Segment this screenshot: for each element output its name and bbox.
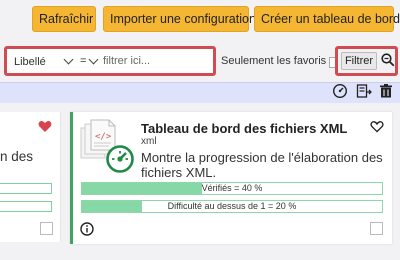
chevron-down-icon[interactable] — [63, 54, 74, 65]
filter-button[interactable]: Filtrer — [341, 52, 377, 70]
favorite-heart-icon[interactable] — [370, 120, 384, 138]
filter-button-group: Filtrer — [335, 46, 398, 76]
info-icon[interactable] — [80, 222, 94, 241]
progress-label: Difficulté au dessus de 1 = 20 % — [167, 201, 297, 211]
chevron-down-icon[interactable] — [88, 54, 99, 65]
svg-text:</>: </> — [95, 132, 112, 142]
favorite-heart-icon[interactable] — [38, 120, 52, 138]
select-checkbox[interactable] — [40, 222, 53, 235]
progress-bar-difficulty: Difficulté au dessus de 1 = 20 % — [81, 200, 383, 213]
progress-bar — [0, 201, 52, 212]
list-export-icon[interactable] — [356, 83, 372, 104]
card-subtitle: xml — [141, 136, 157, 147]
import-configuration-button[interactable]: Importer une configuration — [103, 6, 256, 32]
gauge-icon — [106, 145, 134, 178]
filter-bar: Libellé = — [4, 46, 216, 76]
card-title[interactable]: Tableau de bord des fichiers XML — [141, 121, 347, 136]
refresh-button[interactable]: Rafraîchir — [32, 6, 96, 32]
gauge-icon[interactable] — [332, 83, 348, 104]
progress-bar-verified: Vérifiés = 40 % — [81, 182, 383, 195]
dashboard-card[interactable]: </> Tableau de bord des fichiers XML xml… — [70, 112, 392, 244]
favorites-only-label: Seulement les favoris — [221, 55, 327, 67]
filter-input[interactable] — [103, 55, 208, 67]
card-description: Montre la progression de l'élaboration d… — [141, 150, 383, 180]
progress-bar — [0, 183, 52, 194]
operator-select[interactable]: = — [80, 55, 86, 67]
progress-label: Vérifiés = 40 % — [201, 183, 263, 193]
card-description: n des — [0, 149, 34, 164]
zoom-search-icon[interactable] — [381, 53, 395, 72]
field-select[interactable]: Libellé — [14, 56, 46, 68]
trash-icon[interactable] — [378, 83, 394, 104]
create-dashboard-button[interactable]: Créer un tableau de bord — [254, 6, 400, 32]
dashboard-card-partial[interactable]: n des — [0, 112, 61, 242]
select-checkbox[interactable] — [370, 222, 383, 235]
